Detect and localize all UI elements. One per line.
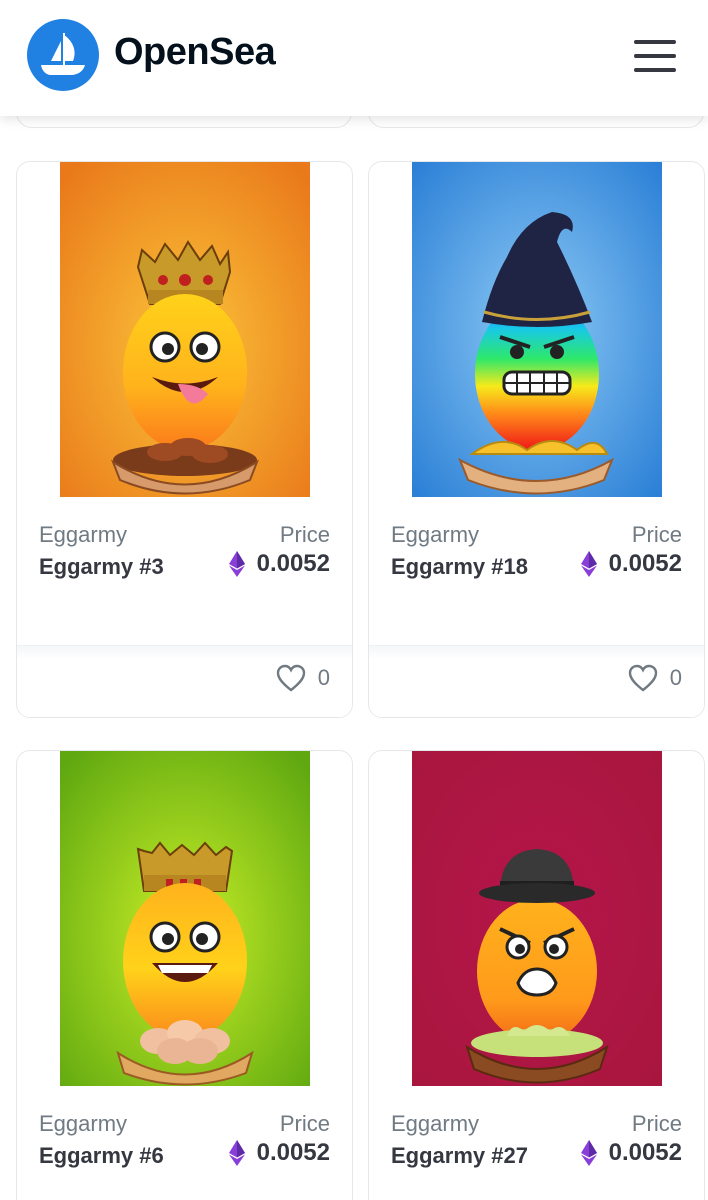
nft-image-egg-wizard-hat[interactable] (412, 162, 662, 497)
heart-icon[interactable] (628, 664, 658, 692)
collection-name[interactable]: Eggarmy (39, 1111, 127, 1137)
like-count: 0 (669, 665, 682, 690)
nft-info: Eggarmy Eggarmy #3 Price 0.0052 (17, 518, 352, 588)
price-label: Price (279, 1111, 330, 1136)
price-amount: 0.0052 (608, 550, 682, 577)
ethereum-icon (580, 1140, 597, 1166)
like-count: 0 (317, 665, 330, 690)
nft-card[interactable]: Eggarmy Eggarmy #3 Price 0.0052 0 (16, 161, 353, 718)
page: OpenSea Eggarmy Eggarmy #3 Price 0.0052 … (0, 0, 708, 1200)
nft-card[interactable]: Eggarmy Eggarmy #6 Price 0.0052 (16, 750, 353, 1200)
nft-card[interactable]: Eggarmy Eggarmy #27 Price 0.0052 (368, 750, 705, 1200)
brand-name[interactable]: OpenSea (114, 31, 276, 74)
collection-name[interactable]: Eggarmy (391, 522, 479, 548)
nft-name[interactable]: Eggarmy #6 (39, 1143, 164, 1169)
price-value: 0.0052 (228, 1139, 330, 1167)
ethereum-icon (580, 551, 597, 577)
like-button[interactable]: 0 (628, 664, 682, 692)
heart-icon[interactable] (276, 664, 306, 692)
price-value: 0.0052 (580, 1139, 682, 1167)
price-amount: 0.0052 (608, 1139, 682, 1166)
price-value: 0.0052 (580, 550, 682, 578)
card-footer: 0 (17, 645, 352, 717)
price-label: Price (631, 1111, 682, 1136)
collection-name[interactable]: Eggarmy (39, 522, 127, 548)
nft-name[interactable]: Eggarmy #27 (391, 1143, 528, 1169)
nft-name[interactable]: Eggarmy #18 (391, 554, 528, 580)
like-button[interactable]: 0 (276, 664, 330, 692)
card-footer: 0 (369, 645, 704, 717)
nft-info: Eggarmy Eggarmy #18 Price 0.0052 (369, 518, 704, 588)
price-label: Price (631, 522, 682, 547)
price-amount: 0.0052 (256, 550, 330, 577)
nft-info: Eggarmy Eggarmy #27 Price 0.0052 (369, 1107, 704, 1177)
ethereum-icon (228, 551, 245, 577)
collection-name[interactable]: Eggarmy (391, 1111, 479, 1137)
nft-image-egg-fedora[interactable] (412, 751, 662, 1086)
price-label: Price (279, 522, 330, 547)
ethereum-icon (228, 1140, 245, 1166)
opensea-logo-icon[interactable] (27, 19, 99, 91)
hamburger-menu-icon[interactable] (630, 36, 684, 76)
nft-card[interactable]: Eggarmy Eggarmy #18 Price 0.0052 0 (368, 161, 705, 718)
top-navbar: OpenSea (0, 0, 708, 116)
nft-image-egg-crown-eggs[interactable] (60, 751, 310, 1086)
nft-info: Eggarmy Eggarmy #6 Price 0.0052 (17, 1107, 352, 1177)
nft-name[interactable]: Eggarmy #3 (39, 554, 164, 580)
nft-image-egg-crown[interactable] (60, 162, 310, 497)
price-value: 0.0052 (228, 550, 330, 578)
price-amount: 0.0052 (256, 1139, 330, 1166)
